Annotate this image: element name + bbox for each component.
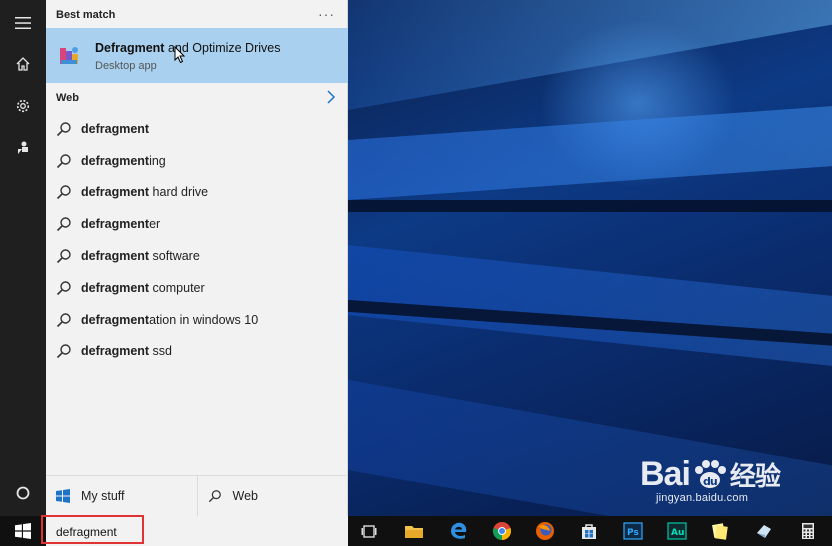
search-icon: [56, 312, 71, 327]
paw-icon: du: [694, 460, 726, 488]
windows-logo-icon: [56, 489, 70, 503]
web-header-label: Web: [56, 92, 80, 104]
hamburger-menu-icon[interactable]: [0, 3, 46, 43]
audition-icon[interactable]: Au: [667, 521, 687, 541]
search-icon: [208, 490, 221, 503]
chevron-right-icon[interactable]: [326, 90, 336, 104]
file-explorer-icon[interactable]: [404, 521, 424, 541]
web-suggestion[interactable]: defragment software: [46, 240, 348, 272]
edge-browser-icon[interactable]: [449, 521, 469, 541]
web-suggestion[interactable]: defragment: [46, 113, 348, 145]
web-section-header[interactable]: Web: [46, 87, 348, 109]
watermark-logo: Bai du 经验: [640, 455, 781, 493]
defragment-app-icon: [60, 47, 78, 64]
chrome-browser-icon[interactable]: [492, 521, 512, 541]
tab-web-label: Web: [232, 489, 258, 503]
firefox-browser-icon[interactable]: [535, 521, 555, 541]
web-suggestions-list: defragment defragmenting defragment hard…: [46, 113, 348, 367]
start-rail: [0, 0, 46, 516]
best-match-result[interactable]: Defragment and Optimize Drives Desktop a…: [46, 28, 348, 83]
web-suggestion[interactable]: defragmentation in windows 10: [46, 304, 348, 336]
tab-web[interactable]: Web: [196, 476, 349, 516]
start-button[interactable]: [0, 516, 46, 546]
settings-gear-icon[interactable]: [0, 86, 46, 126]
search-icon: [56, 122, 71, 136]
search-scope-tabs: My stuff Web: [46, 475, 348, 516]
cortana-circle-icon[interactable]: [0, 473, 46, 513]
tab-my-stuff-label: My stuff: [81, 489, 125, 503]
search-icon: [56, 281, 71, 295]
more-options-icon[interactable]: ···: [318, 6, 335, 22]
best-match-title: Defragment and Optimize Drives: [95, 41, 281, 55]
feedback-icon[interactable]: [0, 128, 46, 168]
web-suggestion[interactable]: defragment computer: [46, 272, 348, 304]
web-suggestion[interactable]: defragmenting: [46, 145, 348, 177]
calculator-icon[interactable]: [798, 521, 818, 541]
svg-text:du: du: [703, 475, 717, 488]
search-results-panel: Best match ··· Defragment and Optimize D…: [46, 0, 348, 516]
search-icon: [56, 217, 71, 232]
web-suggestion[interactable]: defragment ssd: [46, 336, 348, 368]
home-icon[interactable]: [0, 44, 46, 84]
baidu-jingyan-watermark: Bai du 经验 jingyan.baidu.com: [640, 455, 781, 504]
search-input[interactable]: defragment: [56, 525, 117, 539]
desktop-wallpaper: [348, 0, 832, 516]
web-suggestion[interactable]: defragment hard drive: [46, 177, 348, 209]
search-icon: [56, 344, 71, 359]
mouse-cursor-icon: [174, 46, 186, 64]
app-icon[interactable]: [754, 521, 774, 541]
windows-start-icon: [15, 523, 31, 539]
svg-text:Ps: Ps: [627, 528, 639, 538]
sticky-notes-icon[interactable]: [710, 521, 730, 541]
store-icon[interactable]: [579, 521, 599, 541]
photoshop-icon[interactable]: Ps: [623, 521, 643, 541]
search-icon: [56, 249, 71, 264]
taskbar-search-box[interactable]: defragment: [46, 516, 348, 546]
tab-my-stuff[interactable]: My stuff: [46, 476, 197, 516]
best-match-header: Best match: [56, 9, 116, 21]
best-match-subtitle: Desktop app: [95, 60, 157, 72]
taskbar: defragment Ps Au: [0, 516, 832, 546]
web-suggestion[interactable]: defragmenter: [46, 208, 348, 240]
svg-text:Au: Au: [671, 528, 684, 538]
search-icon: [56, 185, 71, 200]
task-view-icon[interactable]: [360, 521, 380, 541]
search-icon: [56, 153, 71, 168]
